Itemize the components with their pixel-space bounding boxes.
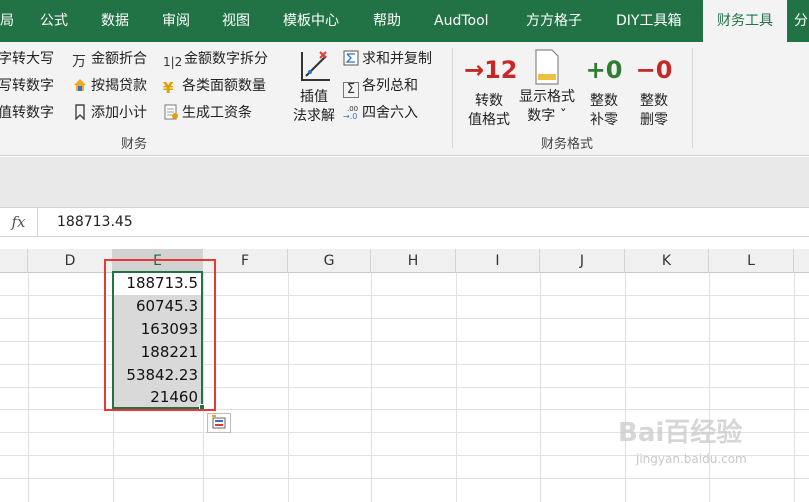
plus-zero-icon: +0 [585,56,623,84]
btn-label: 求和并复制 [362,51,432,67]
btn-generate-payslip[interactable]: 生成工资条 [163,102,252,124]
btn-label: 整数 [640,93,668,109]
btn-label: 补零 [590,112,618,128]
ribbon-panel: 字转大写 写转数字 值转数字 万金额折合 按揭贷款 添加小计 1|2 金额数字拆分… [0,42,809,156]
column-header-l[interactable]: L [709,249,794,273]
btn-convert-to-number-format[interactable]: →12 转数 值格式 [464,52,518,130]
column-header-c[interactable] [0,249,28,273]
tab-view[interactable]: 视图 [222,0,250,42]
minus-zero-icon: −0 [635,56,673,84]
group-label-finance: 财务 [121,137,148,152]
btn-split-amount-digits[interactable]: 1|2 金额数字拆分 [163,48,268,70]
btn-number-to-uppercase[interactable]: 字转大写 [0,48,54,70]
interpolation-icon [301,51,330,81]
btn-integer-pad-zero[interactable]: +0 整数 补零 [582,52,626,130]
column-header-m[interactable] [794,249,809,273]
btn-uppercase-to-number[interactable]: 写转数字 [0,75,54,97]
yen-icon: ¥ [163,79,174,97]
column-header-g[interactable]: G [288,249,371,273]
tab-audtool[interactable]: AudTool [434,0,489,42]
sigma-icon: Σ [343,82,359,98]
tab-diy-toolbox[interactable]: DIY工具箱 [616,0,681,42]
sum-copy-icon [343,50,359,66]
quick-analysis-icon [212,415,226,429]
insert-function-icon[interactable]: fx [0,208,38,236]
btn-label: 金额折合 [91,51,147,67]
tab-layout[interactable]: 局 [0,0,14,42]
btn-label: 转数 [475,93,503,109]
group-separator [452,48,453,148]
document-icon [535,49,559,85]
btn-label: 生成工资条 [182,105,252,121]
baidu-watermark-url: jingyan.baidu.com [636,452,747,466]
baidu-watermark: Bai百经验 [618,418,743,448]
wan-icon: 万 [72,54,86,70]
formula-bar: fx 188713.45 [0,207,809,237]
btn-integer-remove-zero[interactable]: −0 整数 删零 [632,52,676,130]
ribbon-tab-bar: 局 公式 数据 审阅 视图 模板中心 帮助 AudTool 方方格子 DIY工具… [0,0,809,42]
column-header-d[interactable]: D [28,249,113,273]
tab-finance-tools[interactable]: 财务工具 [703,0,787,42]
bookmark-icon [75,104,85,120]
btn-label: 字转大写 [0,51,54,67]
btn-label: 各列总和 [362,78,418,94]
btn-label: 写转数字 [0,78,54,94]
btn-value-to-number[interactable]: 值转数字 [0,102,54,124]
btn-display-format-number[interactable]: 显示格式 数字 ˇ [516,48,578,126]
tab-formulas[interactable]: 公式 [40,0,68,42]
column-header-k[interactable]: K [625,249,709,273]
house-icon [74,79,86,91]
column-header-h[interactable]: H [371,249,456,273]
btn-label: 四舍六入 [362,105,418,121]
btn-label: 值转数字 [0,105,54,121]
btn-label: 显示格式 [519,89,575,105]
tab-review[interactable]: 审阅 [162,0,190,42]
svg-text:→.0: →.0 [343,112,357,120]
btn-mortgage-loan[interactable]: 按揭贷款 [72,75,147,97]
quick-analysis-button[interactable] [207,413,231,433]
btn-label: 值格式 [468,112,510,128]
btn-add-subtotal[interactable]: 添加小计 [72,102,147,124]
to-number-icon: →12 [464,56,518,84]
highlight-annotation-box [104,259,216,411]
tab-more[interactable]: 分 [794,0,808,42]
btn-label: 按揭贷款 [91,78,147,94]
btn-amount-conversion[interactable]: 万金额折合 [72,48,147,70]
column-header-i[interactable]: I [456,249,540,273]
btn-label: 插值 [300,89,328,105]
btn-label: 金额数字拆分 [184,51,268,67]
tab-data[interactable]: 数据 [101,0,129,42]
payslip-icon [164,104,178,120]
tab-fangfang-grid[interactable]: 方方格子 [526,0,582,42]
split-digits-icon: 1|2 [163,55,183,69]
btn-sum-and-copy[interactable]: 求和并复制 [343,48,432,70]
ribbon-collapsed-area [0,157,809,207]
btn-label: 整数 [590,93,618,109]
column-header-j[interactable]: J [540,249,625,273]
btn-column-totals[interactable]: Σ 各列总和 [343,75,418,98]
btn-label: 各类面额数量 [182,78,266,94]
btn-label: 数字 ˇ [527,108,567,124]
round-icon: .00→.0 [343,105,358,120]
formula-input[interactable]: 188713.45 [57,208,133,236]
group-separator [692,48,693,148]
btn-denomination-count[interactable]: ¥ 各类面额数量 [163,75,266,97]
btn-label: 法求解 [293,108,335,124]
tab-template-center[interactable]: 模板中心 [283,0,339,42]
btn-interpolation-solve[interactable]: 插值 法求解 [288,48,340,126]
btn-label: 添加小计 [91,105,147,121]
group-label-finance-format: 财务格式 [541,137,594,152]
grid-line [0,478,809,479]
btn-round-half-even[interactable]: .00 →.0 四舍六入 [343,102,418,124]
btn-label: 删零 [640,112,668,128]
tab-help[interactable]: 帮助 [373,0,401,42]
